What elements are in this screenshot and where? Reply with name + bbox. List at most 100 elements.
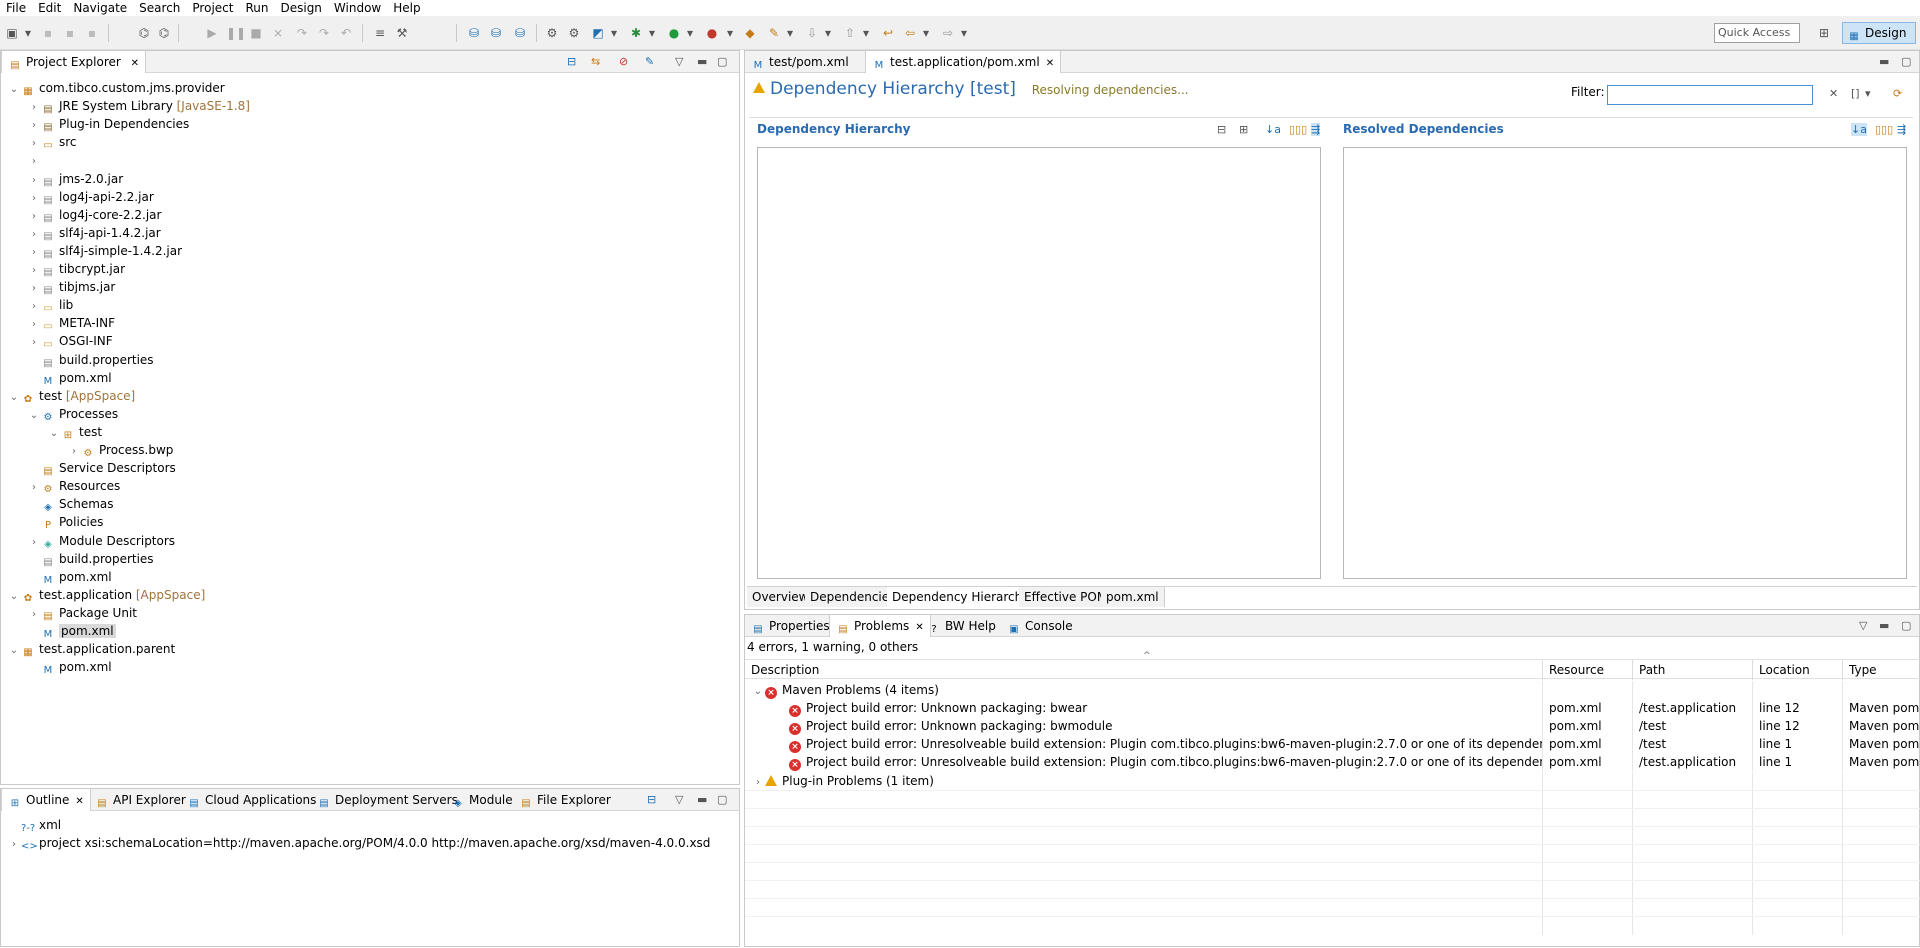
collapse-all-icon[interactable]: ⊟ (647, 793, 656, 806)
tree-item[interactable]: ⌄ ✿ test.application [AppSpace] (7, 586, 205, 604)
tab-cloud-applications[interactable]: ▤ Cloud Applications (181, 789, 322, 811)
menu-navigate[interactable]: Navigate (67, 0, 133, 16)
use-step-filters-icon[interactable]: ≡ (372, 25, 388, 41)
tree-item[interactable]: › ▤ tibjms.jar (27, 278, 115, 296)
tab-dependency-hierarchy[interactable]: Dependency Hierarchy (887, 587, 1036, 607)
menu-edit[interactable]: Edit (32, 0, 67, 16)
column-path[interactable]: Path (1633, 660, 1753, 680)
tree-item[interactable]: › ▭ OSGI-INF (27, 332, 113, 350)
tab-effective-pom[interactable]: Effective POM (1019, 587, 1114, 607)
last-edit-location-icon[interactable]: ↩ (880, 25, 896, 41)
collapse-arrow-icon[interactable]: ⌄ (751, 683, 765, 699)
collapse-arrow-icon[interactable]: ⌄ (47, 425, 61, 443)
resume-icon[interactable]: ▶ (204, 25, 220, 41)
minimize-icon[interactable]: ▬ (697, 55, 707, 68)
tab-test-pom[interactable]: Mtest/pom.xml (745, 51, 855, 73)
tree-item[interactable]: ◈ Schemas (27, 495, 113, 513)
link-with-editor-icon[interactable]: ⇆ (591, 55, 600, 68)
expand-arrow-icon[interactable]: › (7, 836, 21, 854)
tree-item[interactable]: › ⚙ Process.bwp (67, 441, 173, 459)
select-icon[interactable]: [] (1851, 87, 1860, 100)
tree-item[interactable]: ▤ build.properties (27, 550, 153, 568)
tab-api-explorer[interactable]: ▤ API Explorer (89, 789, 192, 811)
tab-properties[interactable]: ▤ Properties (745, 615, 836, 637)
tree-item[interactable]: ⌄ ⚙ Processes (27, 405, 118, 423)
problem-group-row[interactable]: › Plug-in Problems (1 item) (745, 771, 1920, 790)
close-icon[interactable]: ✕ (131, 58, 139, 69)
dropdown-arrow-icon[interactable]: ▾ (1865, 87, 1871, 100)
show-groupid-icon[interactable]: ▯▯▯ (1289, 123, 1307, 136)
close-icon[interactable]: ✕ (1046, 58, 1054, 69)
tree-item[interactable]: › ◈ Module Descriptors (27, 532, 175, 550)
database-icon[interactable]: ⛁ (512, 25, 528, 41)
disconnect-icon[interactable]: ⨯ (270, 25, 286, 41)
tree-item[interactable]: › ▤ log4j-core-2.2.jar (27, 206, 161, 224)
save-icon[interactable]: ▪ (40, 25, 56, 41)
minimize-icon[interactable]: ▬ (1879, 619, 1889, 632)
column-type[interactable]: Type (1843, 660, 1920, 680)
deploy-icon[interactable]: ⛁ (466, 25, 482, 41)
quick-access-input[interactable]: Quick Access (1714, 23, 1800, 43)
filter-icon[interactable]: ⇶ (1311, 123, 1321, 136)
tree-item[interactable]: › ▤ Plug-in Dependencies (27, 115, 189, 133)
maximize-icon[interactable]: ▢ (1901, 619, 1911, 632)
column-description[interactable]: Description (745, 660, 1543, 680)
back-icon[interactable]: ⇦ (902, 25, 918, 41)
sort-icon[interactable]: ↓a (1851, 123, 1867, 136)
tree-item[interactable]: Mpom.xml (27, 568, 112, 586)
tree-item[interactable]: Mpom.xml (27, 658, 112, 676)
gear-icon[interactable]: ⚙ (566, 25, 582, 41)
collapse-all-icon[interactable]: ⊟ (1217, 123, 1226, 136)
tree-item[interactable]: › ▤ slf4j-api-1.4.2.jar (27, 224, 161, 242)
dropdown-arrow-icon[interactable]: ▾ (956, 25, 972, 41)
tree-item[interactable]: › ▭ META-INF (27, 314, 115, 332)
dropdown-arrow-icon[interactable]: ▾ (682, 25, 698, 41)
suspend-icon[interactable]: ❚❚ (226, 25, 246, 41)
column-resource[interactable]: Resource (1543, 660, 1633, 680)
problem-group-row[interactable]: ⌄ × Maven Problems (4 items) (745, 681, 1920, 699)
tree-item[interactable]: › ▤ jms-2.0.jar (27, 170, 123, 188)
debug-icon[interactable]: ✱ (628, 25, 644, 41)
view-menu-icon[interactable]: ▽ (1859, 619, 1867, 632)
collapse-all-icon[interactable]: ⊟ (567, 55, 576, 68)
menu-help[interactable]: Help (387, 0, 426, 16)
tree-item[interactable]: › ▭ lib (27, 296, 73, 314)
table-row[interactable]: × Project build error: Unresolveable buil… (745, 735, 1920, 754)
tree-item[interactable]: › ▤ Package Unit (27, 604, 137, 622)
tree-item[interactable]: Mpom.xml (27, 622, 116, 640)
view-menu-icon[interactable]: ▽ (675, 55, 683, 68)
dropdown-arrow-icon[interactable]: ▾ (20, 25, 36, 41)
dropdown-arrow-icon[interactable]: ▾ (820, 25, 836, 41)
menu-window[interactable]: Window (328, 0, 387, 16)
collapse-arrow-icon[interactable]: ⌄ (27, 407, 41, 425)
resolved-dependencies-list[interactable] (1343, 147, 1907, 579)
tab-problems[interactable]: ▤ Problems ✕ (829, 615, 931, 637)
view-menu-icon[interactable]: ▽ (675, 793, 683, 806)
tree-item[interactable]: ⌄ ▦ test.application.parent (7, 640, 175, 658)
settings-gear-icon[interactable]: ⚙ (544, 25, 560, 41)
step-over-icon[interactable]: ↷ (316, 25, 332, 41)
tab-test-application-pom[interactable]: Mtest.application/pom.xml ✕ (865, 51, 1062, 73)
expand-all-icon[interactable]: ⊞ (1239, 123, 1248, 136)
tree-item[interactable]: ⌄ ✿ test [AppSpace] (7, 387, 135, 405)
close-icon[interactable]: ✕ (75, 796, 83, 807)
column-location[interactable]: Location (1753, 660, 1843, 680)
tree-item[interactable]: Mpom.xml (27, 369, 112, 387)
run-icon[interactable]: ● (666, 25, 682, 41)
tree-item[interactable]: ⌄ ▦ com.tibco.custom.jms.provider (7, 79, 225, 97)
open-perspective-icon[interactable]: ⊞ (1816, 25, 1832, 41)
expand-arrow-icon[interactable]: › (751, 774, 765, 790)
tree-item[interactable]: › ▤ log4j-api-2.2.jar (27, 188, 154, 206)
pen-icon[interactable]: ✎ (766, 25, 782, 41)
clear-filter-icon[interactable]: ✕ (1829, 87, 1838, 100)
design-perspective-button[interactable]: ▦ Design (1842, 22, 1916, 44)
tree-item[interactable]: › ▭ src (27, 133, 77, 151)
previous-annotation-icon[interactable]: ⇧ (842, 25, 858, 41)
menu-project[interactable]: Project (186, 0, 239, 16)
tree-item[interactable]: P Policies (27, 513, 103, 531)
tab-module[interactable]: ◈ Module (445, 789, 519, 811)
sort-icon[interactable]: ↓a (1265, 123, 1281, 136)
minimize-icon[interactable]: ▬ (1879, 55, 1889, 68)
collapse-arrow-icon[interactable]: ⌄ (7, 389, 21, 407)
maximize-icon[interactable]: ▢ (717, 55, 727, 68)
